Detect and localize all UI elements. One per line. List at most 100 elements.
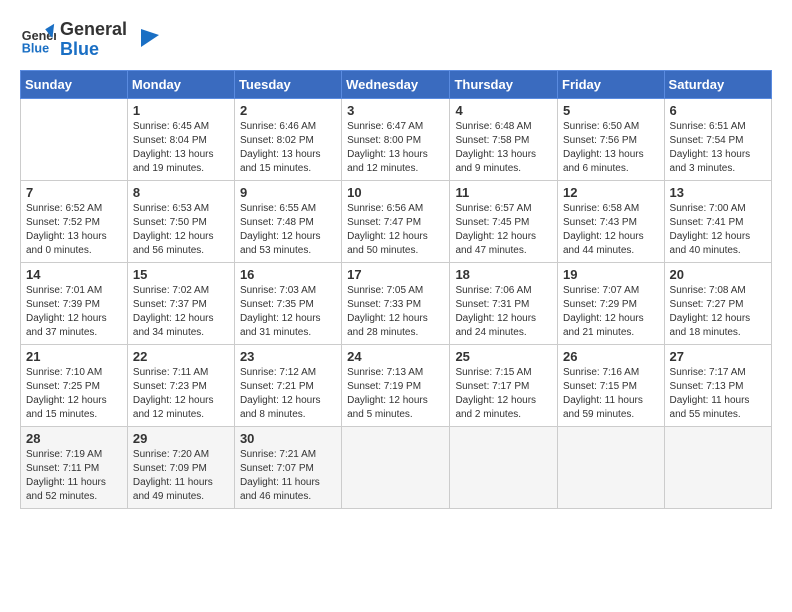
day-info: Sunrise: 7:17 AM Sunset: 7:13 PM Dayligh… (670, 366, 766, 422)
page-header: General Blue General Blue (20, 20, 772, 60)
calendar-cell: 29 Sunrise: 7:20 AM Sunset: 7:09 PM Dayli… (127, 426, 234, 508)
day-number: 27 (670, 349, 766, 364)
day-info: Sunrise: 6:46 AM Sunset: 8:02 PM Dayligh… (240, 120, 336, 176)
calendar-cell: 24 Sunrise: 7:13 AM Sunset: 7:19 PM Dayli… (342, 344, 450, 426)
day-info: Sunrise: 7:21 AM Sunset: 7:07 PM Dayligh… (240, 448, 336, 504)
day-number: 1 (133, 103, 229, 118)
day-number: 5 (563, 103, 659, 118)
day-number: 3 (347, 103, 444, 118)
calendar-table: SundayMondayTuesdayWednesdayThursdayFrid… (20, 70, 772, 509)
day-info: Sunrise: 7:11 AM Sunset: 7:23 PM Dayligh… (133, 366, 229, 422)
day-info: Sunrise: 7:00 AM Sunset: 7:41 PM Dayligh… (670, 202, 766, 258)
day-number: 17 (347, 267, 444, 282)
day-info: Sunrise: 6:51 AM Sunset: 7:54 PM Dayligh… (670, 120, 766, 176)
day-number: 2 (240, 103, 336, 118)
calendar-week-1: 1 Sunrise: 6:45 AM Sunset: 8:04 PM Daylig… (21, 98, 772, 180)
calendar-cell: 12 Sunrise: 6:58 AM Sunset: 7:43 PM Dayli… (558, 180, 665, 262)
calendar-cell: 2 Sunrise: 6:46 AM Sunset: 8:02 PM Daylig… (234, 98, 341, 180)
day-info: Sunrise: 6:50 AM Sunset: 7:56 PM Dayligh… (563, 120, 659, 176)
calendar-cell: 19 Sunrise: 7:07 AM Sunset: 7:29 PM Dayli… (558, 262, 665, 344)
day-number: 30 (240, 431, 336, 446)
day-number: 11 (455, 185, 552, 200)
calendar-header-row: SundayMondayTuesdayWednesdayThursdayFrid… (21, 70, 772, 98)
day-info: Sunrise: 6:56 AM Sunset: 7:47 PM Dayligh… (347, 202, 444, 258)
calendar-cell: 6 Sunrise: 6:51 AM Sunset: 7:54 PM Daylig… (664, 98, 771, 180)
day-number: 15 (133, 267, 229, 282)
day-info: Sunrise: 6:55 AM Sunset: 7:48 PM Dayligh… (240, 202, 336, 258)
day-info: Sunrise: 7:05 AM Sunset: 7:33 PM Dayligh… (347, 284, 444, 340)
day-number: 10 (347, 185, 444, 200)
day-info: Sunrise: 7:03 AM Sunset: 7:35 PM Dayligh… (240, 284, 336, 340)
day-number: 13 (670, 185, 766, 200)
calendar-cell: 13 Sunrise: 7:00 AM Sunset: 7:41 PM Dayli… (664, 180, 771, 262)
weekday-header-monday: Monday (127, 70, 234, 98)
day-number: 12 (563, 185, 659, 200)
day-number: 20 (670, 267, 766, 282)
logo-icon: General Blue (20, 22, 56, 58)
day-info: Sunrise: 7:13 AM Sunset: 7:19 PM Dayligh… (347, 366, 444, 422)
day-info: Sunrise: 6:58 AM Sunset: 7:43 PM Dayligh… (563, 202, 659, 258)
calendar-cell (558, 426, 665, 508)
logo: General Blue General Blue (20, 20, 161, 60)
calendar-cell: 30 Sunrise: 7:21 AM Sunset: 7:07 PM Dayli… (234, 426, 341, 508)
logo-flag-icon (131, 25, 161, 55)
day-number: 19 (563, 267, 659, 282)
calendar-cell: 26 Sunrise: 7:16 AM Sunset: 7:15 PM Dayli… (558, 344, 665, 426)
day-info: Sunrise: 7:15 AM Sunset: 7:17 PM Dayligh… (455, 366, 552, 422)
calendar-cell: 23 Sunrise: 7:12 AM Sunset: 7:21 PM Dayli… (234, 344, 341, 426)
calendar-cell: 3 Sunrise: 6:47 AM Sunset: 8:00 PM Daylig… (342, 98, 450, 180)
calendar-cell: 18 Sunrise: 7:06 AM Sunset: 7:31 PM Dayli… (450, 262, 558, 344)
day-info: Sunrise: 7:16 AM Sunset: 7:15 PM Dayligh… (563, 366, 659, 422)
day-number: 24 (347, 349, 444, 364)
day-info: Sunrise: 7:02 AM Sunset: 7:37 PM Dayligh… (133, 284, 229, 340)
day-info: Sunrise: 7:07 AM Sunset: 7:29 PM Dayligh… (563, 284, 659, 340)
calendar-cell: 27 Sunrise: 7:17 AM Sunset: 7:13 PM Dayli… (664, 344, 771, 426)
day-number: 8 (133, 185, 229, 200)
calendar-week-2: 7 Sunrise: 6:52 AM Sunset: 7:52 PM Daylig… (21, 180, 772, 262)
calendar-cell: 17 Sunrise: 7:05 AM Sunset: 7:33 PM Dayli… (342, 262, 450, 344)
calendar-cell: 10 Sunrise: 6:56 AM Sunset: 7:47 PM Dayli… (342, 180, 450, 262)
day-number: 6 (670, 103, 766, 118)
day-number: 7 (26, 185, 122, 200)
day-number: 18 (455, 267, 552, 282)
calendar-cell: 28Sunrise: 7:19 AM Sunset: 7:11 PM Dayli… (21, 426, 128, 508)
calendar-cell: 15 Sunrise: 7:02 AM Sunset: 7:37 PM Dayli… (127, 262, 234, 344)
calendar-cell (342, 426, 450, 508)
calendar-cell: 5 Sunrise: 6:50 AM Sunset: 7:56 PM Daylig… (558, 98, 665, 180)
calendar-cell: 20 Sunrise: 7:08 AM Sunset: 7:27 PM Dayli… (664, 262, 771, 344)
logo-blue: Blue (60, 40, 127, 60)
day-info: Sunrise: 6:57 AM Sunset: 7:45 PM Dayligh… (455, 202, 552, 258)
calendar-cell (21, 98, 128, 180)
weekday-header-sunday: Sunday (21, 70, 128, 98)
calendar-week-3: 14Sunrise: 7:01 AM Sunset: 7:39 PM Dayli… (21, 262, 772, 344)
day-info: Sunrise: 7:06 AM Sunset: 7:31 PM Dayligh… (455, 284, 552, 340)
weekday-header-tuesday: Tuesday (234, 70, 341, 98)
day-info: Sunrise: 7:08 AM Sunset: 7:27 PM Dayligh… (670, 284, 766, 340)
day-info: Sunrise: 6:45 AM Sunset: 8:04 PM Dayligh… (133, 120, 229, 176)
weekday-header-wednesday: Wednesday (342, 70, 450, 98)
day-number: 28 (26, 431, 122, 446)
day-number: 26 (563, 349, 659, 364)
calendar-cell (450, 426, 558, 508)
day-info: Sunrise: 6:53 AM Sunset: 7:50 PM Dayligh… (133, 202, 229, 258)
calendar-cell: 4 Sunrise: 6:48 AM Sunset: 7:58 PM Daylig… (450, 98, 558, 180)
calendar-cell: 8 Sunrise: 6:53 AM Sunset: 7:50 PM Daylig… (127, 180, 234, 262)
day-info: Sunrise: 6:48 AM Sunset: 7:58 PM Dayligh… (455, 120, 552, 176)
day-info: Sunrise: 6:52 AM Sunset: 7:52 PM Dayligh… (26, 202, 122, 258)
weekday-header-friday: Friday (558, 70, 665, 98)
day-info: Sunrise: 7:20 AM Sunset: 7:09 PM Dayligh… (133, 448, 229, 504)
day-number: 23 (240, 349, 336, 364)
day-info: Sunrise: 7:12 AM Sunset: 7:21 PM Dayligh… (240, 366, 336, 422)
calendar-cell (664, 426, 771, 508)
day-number: 14 (26, 267, 122, 282)
calendar-cell: 25Sunrise: 7:15 AM Sunset: 7:17 PM Dayli… (450, 344, 558, 426)
day-number: 22 (133, 349, 229, 364)
day-number: 21 (26, 349, 122, 364)
calendar-cell: 1 Sunrise: 6:45 AM Sunset: 8:04 PM Daylig… (127, 98, 234, 180)
calendar-cell: 16Sunrise: 7:03 AM Sunset: 7:35 PM Dayli… (234, 262, 341, 344)
logo-general: General (60, 20, 127, 40)
day-number: 4 (455, 103, 552, 118)
day-info: Sunrise: 6:47 AM Sunset: 8:00 PM Dayligh… (347, 120, 444, 176)
day-number: 29 (133, 431, 229, 446)
calendar-week-4: 21Sunrise: 7:10 AM Sunset: 7:25 PM Dayli… (21, 344, 772, 426)
